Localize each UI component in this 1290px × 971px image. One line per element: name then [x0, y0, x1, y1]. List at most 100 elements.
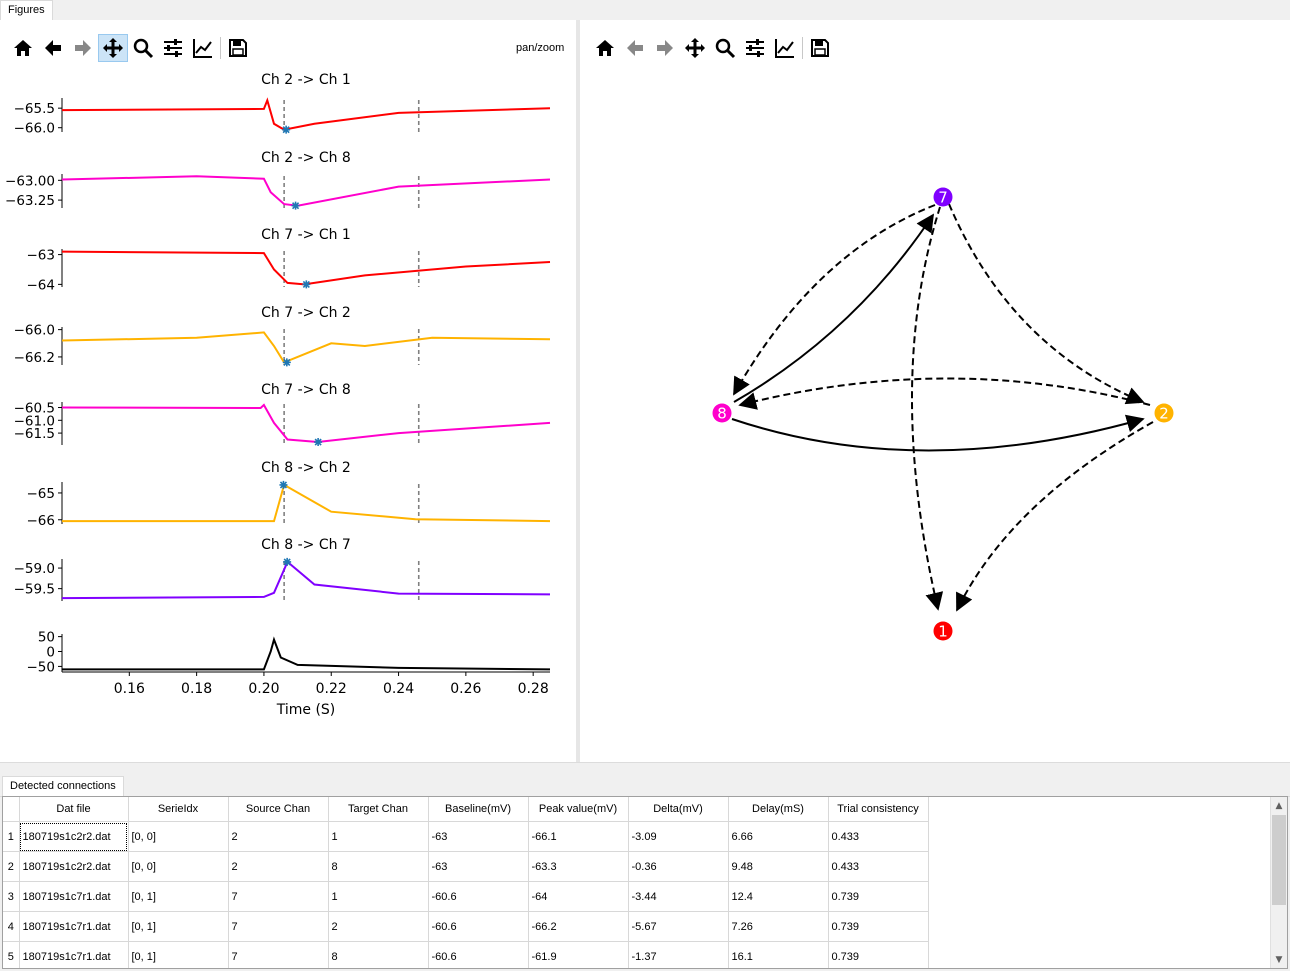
pan-button[interactable]: [680, 34, 710, 62]
column-header[interactable]: Dat file: [19, 797, 129, 822]
y-tick-label: −61.5: [14, 426, 55, 442]
scrollbar-thumb[interactable]: [1272, 815, 1286, 905]
table-cell[interactable]: -3.44: [628, 881, 729, 912]
table-cell[interactable]: 6.66: [728, 821, 829, 852]
home-button[interactable]: [590, 34, 620, 62]
table-cell[interactable]: -5.67: [628, 911, 729, 942]
graph-node-2[interactable]: 2: [1154, 403, 1174, 423]
tab-figures[interactable]: Figures: [0, 0, 53, 20]
configure-subplots-button[interactable]: [158, 34, 188, 62]
back-button[interactable]: [38, 34, 68, 62]
column-header[interactable]: SerieIdx: [128, 797, 229, 822]
edit-axes-button[interactable]: [188, 34, 218, 62]
table-cell[interactable]: -1.37: [628, 941, 729, 968]
table-cell[interactable]: 7: [228, 911, 329, 942]
table-cell[interactable]: 12.4: [728, 881, 829, 912]
zoom-button[interactable]: [710, 34, 740, 62]
table-cell[interactable]: -60.6: [428, 911, 529, 942]
table-cell[interactable]: -66.2: [528, 911, 629, 942]
table-cell[interactable]: -0.36: [628, 851, 729, 882]
table-cell[interactable]: 2: [228, 851, 329, 882]
table-cell[interactable]: 7.26: [728, 911, 829, 942]
table-cell[interactable]: 1: [328, 821, 429, 852]
table-cell[interactable]: -66.1: [528, 821, 629, 852]
table-cell[interactable]: 0.433: [828, 821, 929, 852]
row-number[interactable]: 1: [3, 821, 20, 852]
zoom-icon: [715, 38, 736, 59]
pan-button[interactable]: [98, 34, 128, 62]
table-cell[interactable]: 9.48: [728, 851, 829, 882]
column-header[interactable]: Peak value(mV): [528, 797, 629, 822]
table-cell[interactable]: 0.739: [828, 941, 929, 968]
table-cell[interactable]: -3.09: [628, 821, 729, 852]
scroll-down-arrow-icon[interactable]: ▼: [1271, 951, 1287, 968]
zoom-button[interactable]: [128, 34, 158, 62]
table-cell[interactable]: 180719s1c2r2.dat: [19, 821, 129, 852]
corner-header[interactable]: [3, 797, 20, 822]
y-tick-label: −66.2: [14, 350, 55, 366]
table-cell[interactable]: -60.6: [428, 941, 529, 968]
table-row[interactable]: 4 180719s1c7r1.dat [0, 1] 7 2 -60.6 -66.2 -5.67…: [3, 911, 929, 942]
table-cell[interactable]: 2: [228, 821, 329, 852]
table-row[interactable]: 3 180719s1c7r1.dat [0, 1] 7 1 -60.6 -64 -3.44 12…: [3, 881, 929, 912]
table-cell[interactable]: [0, 0]: [128, 821, 229, 852]
table-cell[interactable]: 1: [328, 881, 429, 912]
forward-button[interactable]: [650, 34, 680, 62]
table-row[interactable]: 1 180719s1c2r2.dat [0, 0] 2 1 -63 -66.1 -3.09 6.…: [3, 821, 929, 852]
table-cell[interactable]: 7: [228, 941, 329, 968]
column-header[interactable]: Trial consistency: [828, 797, 929, 822]
table-row[interactable]: 5 180719s1c7r1.dat [0, 1] 7 8 -60.6 -61.9 -1.37…: [3, 941, 929, 968]
table-cell[interactable]: -63.3: [528, 851, 629, 882]
table-cell[interactable]: 0.739: [828, 911, 929, 942]
scroll-up-arrow-icon[interactable]: ▲: [1271, 797, 1287, 814]
graph-node-1[interactable]: 1: [933, 621, 953, 641]
table-cell[interactable]: 180719s1c7r1.dat: [19, 911, 129, 942]
table-cell[interactable]: [0, 0]: [128, 851, 229, 882]
column-header[interactable]: Baseline(mV): [428, 797, 529, 822]
table-cell[interactable]: 0.739: [828, 881, 929, 912]
table-cell[interactable]: 180719s1c7r1.dat: [19, 881, 129, 912]
table-cell[interactable]: 2: [328, 911, 429, 942]
home-button[interactable]: [8, 34, 38, 62]
back-button[interactable]: [620, 34, 650, 62]
table-cell[interactable]: 8: [328, 851, 429, 882]
table-cell[interactable]: -63: [428, 851, 529, 882]
column-header[interactable]: Target Chan: [328, 797, 429, 822]
table-cell[interactable]: 180719s1c7r1.dat: [19, 941, 129, 968]
save-button[interactable]: [223, 34, 253, 62]
column-header[interactable]: Delay(mS): [728, 797, 829, 822]
table-cell[interactable]: -61.9: [528, 941, 629, 968]
x-tick-label: 0.28: [518, 681, 549, 697]
configure-subplots-button[interactable]: [740, 34, 770, 62]
table-cell[interactable]: 0.433: [828, 851, 929, 882]
connection-graph[interactable]: 7 8 2 1: [580, 62, 1290, 762]
table-cell[interactable]: 16.1: [728, 941, 829, 968]
column-header[interactable]: Source Chan: [228, 797, 329, 822]
row-number[interactable]: 3: [3, 881, 20, 912]
table-vertical-scrollbar[interactable]: ▲ ▼: [1270, 797, 1287, 968]
tab-detected-connections[interactable]: Detected connections: [2, 776, 124, 796]
table-cell[interactable]: -64: [528, 881, 629, 912]
table-cell[interactable]: -60.6: [428, 881, 529, 912]
column-header[interactable]: Delta(mV): [628, 797, 729, 822]
table-cell[interactable]: 7: [228, 881, 329, 912]
row-number[interactable]: 4: [3, 911, 20, 942]
save-button[interactable]: [805, 34, 835, 62]
home-icon: [14, 40, 32, 56]
table-cell[interactable]: [0, 1]: [128, 881, 229, 912]
graph-node-8[interactable]: 8: [712, 403, 732, 423]
table-cell[interactable]: [0, 1]: [128, 911, 229, 942]
forward-button[interactable]: [68, 34, 98, 62]
row-number[interactable]: 5: [3, 941, 20, 968]
horizontal-splitter[interactable]: [0, 762, 1290, 773]
edge-2-to-8: [738, 377, 1151, 410]
table-cell[interactable]: 8: [328, 941, 429, 968]
table-cell[interactable]: [0, 1]: [128, 941, 229, 968]
table-cell[interactable]: 180719s1c2r2.dat: [19, 851, 129, 882]
traces-figure[interactable]: Ch 2 -> Ch 1 −65.5 −66.0 Ch 2 -> Ch 8 −63.00…: [0, 62, 576, 722]
row-number[interactable]: 2: [3, 851, 20, 882]
edit-axes-button[interactable]: [770, 34, 800, 62]
table-row[interactable]: 2 180719s1c2r2.dat [0, 0] 2 8 -63 -63.3 -0.36 9.…: [3, 851, 929, 882]
table-cell[interactable]: -63: [428, 821, 529, 852]
graph-node-7[interactable]: 7: [933, 187, 953, 207]
